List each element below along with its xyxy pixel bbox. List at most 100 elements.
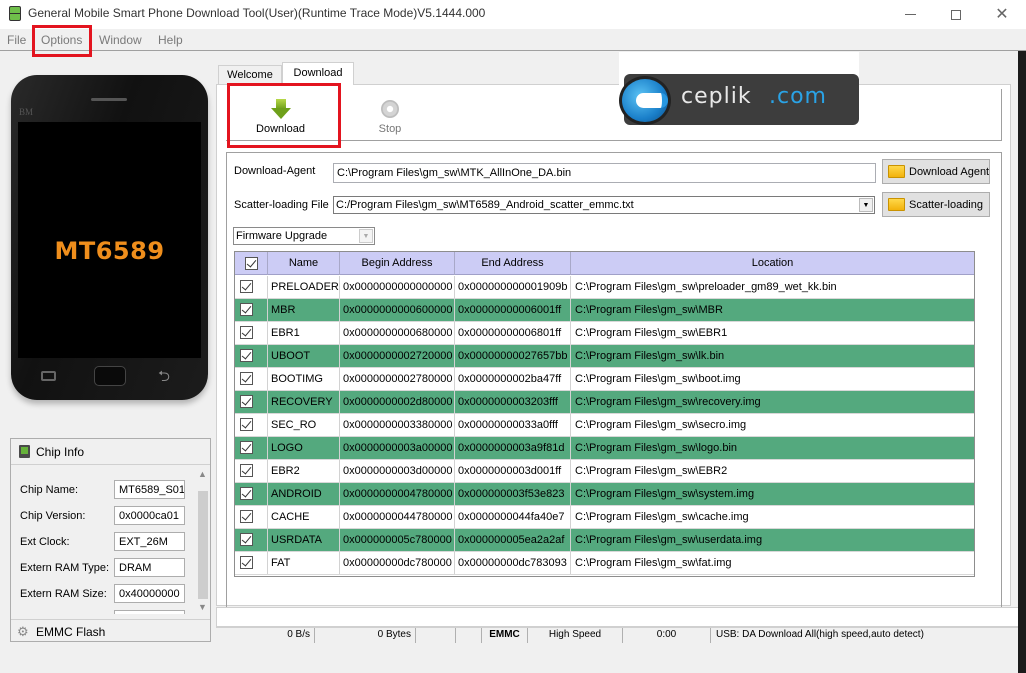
row-checkbox[interactable] (240, 280, 253, 293)
minimize-button[interactable] (887, 0, 933, 29)
chevron-down-icon[interactable]: ▼ (859, 198, 873, 212)
row-checkbox-cell[interactable] (235, 529, 268, 551)
table-row[interactable]: EBR1 0x0000000000680000 0x00000000006801ff… (235, 322, 974, 345)
menu-file[interactable]: File (7, 33, 26, 47)
download-agent-label: Download-Agent (234, 165, 316, 177)
table-row[interactable]: CACHE 0x0000000044780000 0x0000000044fa40e… (235, 506, 974, 529)
progress-bar (216, 607, 1026, 627)
row-checkbox[interactable] (240, 349, 253, 362)
download-mode-select[interactable]: Firmware Upgrade ▼ (233, 227, 375, 245)
ram-size-value: 0x40000000 (114, 584, 185, 603)
row-checkbox-cell[interactable] (235, 391, 268, 413)
row-checkbox[interactable] (240, 441, 253, 454)
table-row[interactable]: BOOTIMG 0x0000000002780000 0x0000000002ba4… (235, 368, 974, 391)
minimize-icon (904, 14, 916, 15)
maximize-button[interactable] (933, 0, 979, 29)
table-row[interactable]: MBR 0x0000000000600000 0x00000000006001ff C… (235, 299, 974, 322)
row-checkbox[interactable] (240, 556, 253, 569)
scroll-down-icon[interactable]: ▼ (198, 602, 207, 612)
stop-icon (381, 100, 399, 118)
row-checkbox-cell[interactable] (235, 345, 268, 367)
tab-welcome[interactable]: Welcome (218, 65, 282, 84)
tab-download[interactable]: Download (282, 62, 354, 85)
row-checkbox[interactable] (240, 326, 253, 339)
file-location: C:\Program Files\gm_sw\EBR2 (575, 465, 728, 477)
menu-key-icon (41, 371, 56, 381)
table-row[interactable]: EBR2 0x0000000003d00000 0x0000000003d001ff… (235, 460, 974, 483)
watermark-c-icon (619, 76, 671, 125)
file-location: C:\Program Files\gm_sw\recovery.img (575, 396, 761, 408)
menu-bar: File Options Window Help (0, 29, 1026, 51)
table-row[interactable]: USRDATA 0x000000005c780000 0x000000005ea2a… (235, 529, 974, 552)
table-row[interactable]: FAT 0x00000000dc780000 0x00000000dc783093 C… (235, 552, 974, 575)
table-row[interactable]: RECOVERY 0x0000000002d80000 0x000000000320… (235, 391, 974, 414)
chip-info-header[interactable]: Chip Info (11, 439, 210, 465)
row-checkbox[interactable] (240, 303, 253, 316)
menu-window[interactable]: Window (99, 33, 142, 47)
partition-name: MBR (268, 299, 340, 321)
phone-speaker (91, 98, 127, 101)
row-checkbox-cell[interactable] (235, 460, 268, 482)
download-agent-button[interactable]: Download Agent (882, 159, 990, 184)
chip-name-label: Chip Name: (20, 484, 79, 496)
row-checkbox-cell[interactable] (235, 322, 268, 344)
emmc-flash-header[interactable]: ⚙ EMMC Flash (11, 619, 210, 642)
select-all-checkbox[interactable] (245, 257, 258, 270)
row-checkbox-cell[interactable] (235, 506, 268, 528)
row-checkbox-cell[interactable] (235, 552, 268, 574)
scrollbar-thumb[interactable] (198, 491, 208, 599)
row-checkbox[interactable] (240, 533, 253, 546)
scatter-file-label: Scatter-loading File (234, 199, 329, 211)
chevron-down-icon[interactable]: ▼ (359, 229, 373, 243)
column-header-name[interactable]: Name (268, 252, 340, 275)
column-header-begin-address[interactable]: Begin Address (340, 252, 455, 275)
download-agent-button-label: Download Agent (909, 166, 990, 178)
chip-info-scrollbar[interactable]: ▲ ▼ (196, 469, 210, 614)
partition-name: PRELOADER (268, 276, 340, 298)
file-location: C:\Program Files\gm_sw\boot.img (575, 373, 741, 385)
begin-address: 0x00000000dc780000 (340, 552, 455, 574)
table-row[interactable]: SEC_RO 0x0000000003380000 0x00000000033a0f… (235, 414, 974, 437)
table-row[interactable]: LOGO 0x0000000003a00000 0x0000000003a9f81d… (235, 437, 974, 460)
table-row[interactable]: UBOOT 0x0000000002720000 0x00000000027657b… (235, 345, 974, 368)
file-location: C:\Program Files\gm_sw\userdata.img (575, 534, 763, 546)
status-speed-mode: High Speed (528, 628, 623, 643)
close-button[interactable]: ✕ (979, 0, 1025, 29)
column-header-end-address[interactable]: End Address (455, 252, 571, 275)
row-checkbox[interactable] (240, 464, 253, 477)
row-checkbox-cell[interactable] (235, 299, 268, 321)
row-checkbox-cell[interactable] (235, 276, 268, 298)
download-highlight-annotation (227, 83, 341, 148)
row-checkbox-cell[interactable] (235, 368, 268, 390)
stop-button[interactable]: Stop (360, 93, 420, 139)
row-checkbox-cell[interactable] (235, 483, 268, 505)
select-all-checkbox-cell[interactable] (235, 252, 268, 275)
row-checkbox[interactable] (240, 510, 253, 523)
file-location: C:\Program Files\gm_sw\EBR1 (575, 327, 728, 339)
row-checkbox[interactable] (240, 395, 253, 408)
partition-name: LOGO (268, 437, 340, 459)
partition-name: SEC_RO (268, 414, 340, 436)
row-checkbox[interactable] (240, 372, 253, 385)
menu-help[interactable]: Help (158, 33, 183, 47)
download-agent-input[interactable]: C:\Program Files\gm_sw\MTK_AllInOne_DA.b… (333, 163, 876, 183)
begin-address: 0x0000000003d00000 (340, 460, 455, 482)
table-row[interactable]: PRELOADER 0x0000000000000000 0x00000000000… (235, 276, 974, 299)
chip-name-value: MT6589_S01 (114, 480, 185, 499)
ram-type-label: Extern RAM Type: (20, 562, 110, 574)
scatter-loading-button-label: Scatter-loading (909, 199, 983, 211)
file-location: C:\Program Files\gm_sw\system.img (575, 488, 755, 500)
ext-clock-value: EXT_26M (114, 532, 185, 551)
status-empty (416, 628, 456, 643)
row-checkbox[interactable] (240, 418, 253, 431)
begin-address: 0x0000000000600000 (340, 299, 455, 321)
table-row[interactable]: ANDROID 0x0000000004780000 0x000000003f53e… (235, 483, 974, 506)
scatter-file-combobox[interactable]: C:/Program Files\gm_sw\MT6589_Android_sc… (333, 196, 875, 214)
row-checkbox-cell[interactable] (235, 414, 268, 436)
row-checkbox[interactable] (240, 487, 253, 500)
status-time: 0:00 (623, 628, 711, 643)
row-checkbox-cell[interactable] (235, 437, 268, 459)
column-header-location[interactable]: Location (571, 252, 974, 275)
scatter-loading-button[interactable]: Scatter-loading (882, 192, 990, 217)
scroll-up-icon[interactable]: ▲ (198, 469, 207, 479)
